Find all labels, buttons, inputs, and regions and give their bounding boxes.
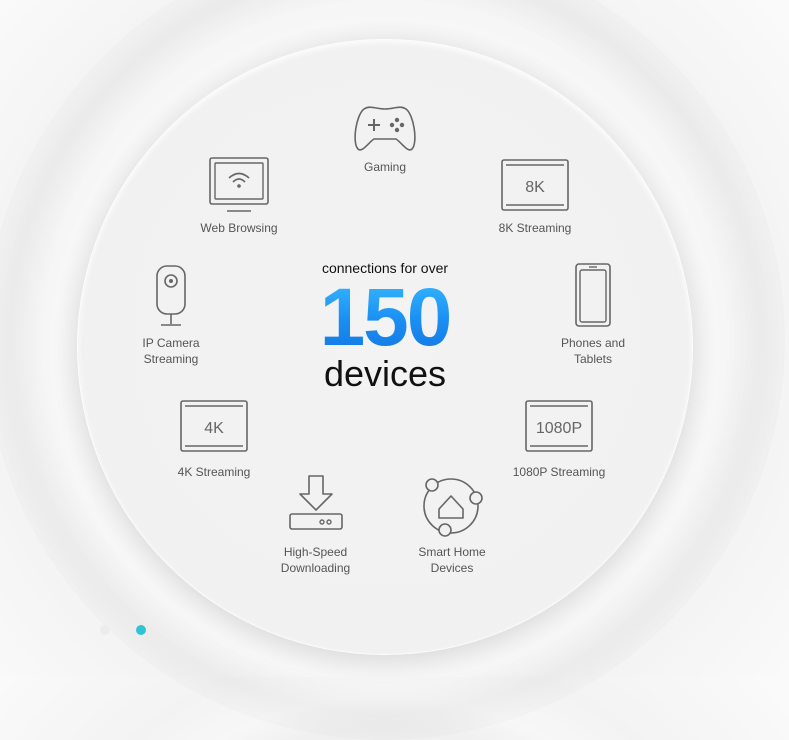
monitor-wifi-icon	[209, 157, 269, 212]
gamepad-icon	[354, 106, 416, 151]
download-icon	[288, 475, 343, 530]
feature-label: Smart Home Devices	[418, 545, 486, 575]
feature-web-browsing: Web Browsing	[184, 156, 294, 236]
feature-label: Gaming	[363, 160, 407, 174]
ip-camera-icon	[156, 265, 186, 326]
feature-1080p-streaming: 1080P 1080P Streaming	[504, 399, 614, 480]
feature-smart-home: Smart Home Devices	[407, 474, 497, 576]
feature-4k-streaming: 4K 4K Streaming	[159, 399, 269, 480]
feature-label: 8K Streaming	[498, 221, 572, 235]
headline-unit: devices	[323, 353, 447, 394]
feature-label: IP Camera Streaming	[142, 336, 200, 366]
smart-home-icon	[423, 478, 483, 537]
tv-badge: 8K	[525, 179, 545, 196]
center-headline: connections for over 150 devices	[285, 260, 485, 392]
feature-gaming: Gaming	[335, 103, 435, 175]
carousel-dot-1[interactable]	[100, 625, 110, 635]
feature-8k-streaming: 8K 8K Streaming	[480, 158, 590, 236]
feature-ip-camera: IP Camera Streaming	[126, 264, 216, 367]
tv-1080p-icon: 1080P	[525, 400, 593, 452]
feature-label: Web Browsing	[200, 221, 278, 235]
feature-phones-tablets: Phones and Tablets	[548, 262, 638, 367]
feature-label: Phones and Tablets	[560, 336, 626, 366]
feature-label: 4K Streaming	[177, 465, 251, 479]
tv-badge: 4K	[204, 420, 224, 437]
tv-4k-icon: 4K	[180, 400, 248, 452]
feature-label: 1080P Streaming	[512, 465, 606, 479]
phone-icon	[575, 263, 611, 327]
feature-label: High-Speed Downloading	[280, 545, 351, 575]
tv-8k-icon: 8K	[501, 159, 569, 211]
carousel-dot-2[interactable]	[136, 625, 146, 635]
tv-badge: 1080P	[536, 420, 582, 437]
feature-downloading: High-Speed Downloading	[268, 474, 363, 576]
headline-number: 150	[285, 277, 485, 359]
